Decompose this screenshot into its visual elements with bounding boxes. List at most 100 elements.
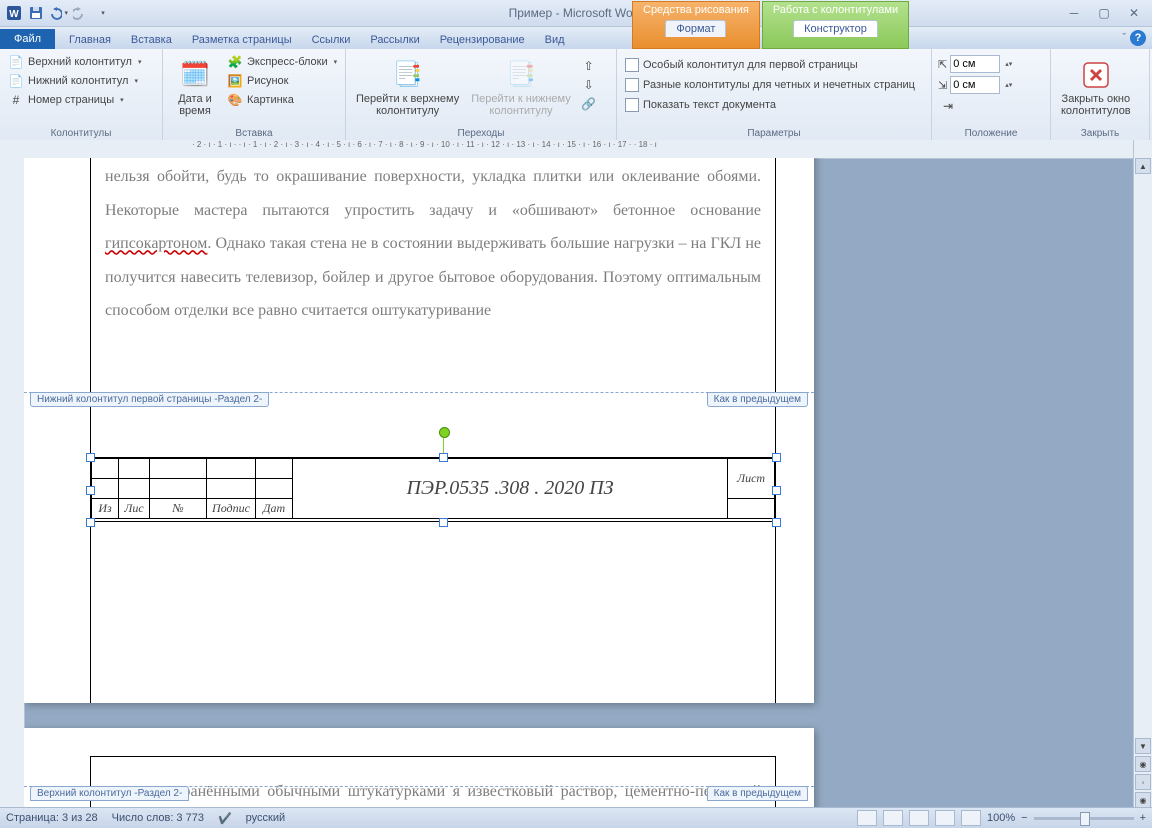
document-canvas[interactable]: нельзя обойти, будь то окрашивание повер… bbox=[24, 158, 1134, 808]
header-button[interactable]: 📄Верхний колонтитул▾ bbox=[6, 53, 143, 71]
undo-icon[interactable]: ▾ bbox=[48, 3, 68, 23]
ribbon: 📄Верхний колонтитул▾ 📄Нижний колонтитул▾… bbox=[0, 49, 1152, 142]
zoom-in-icon[interactable]: + bbox=[1140, 812, 1146, 824]
close-button[interactable]: ✕ bbox=[1122, 6, 1146, 20]
stamp-list-label: Лист bbox=[728, 459, 775, 499]
word-icon[interactable]: W bbox=[4, 3, 24, 23]
page-1: нельзя обойти, будь то окрашивание повер… bbox=[24, 158, 814, 703]
status-page[interactable]: Страница: 3 из 28 bbox=[6, 812, 98, 824]
scroll-down-icon[interactable]: ▼ bbox=[1135, 738, 1151, 754]
status-bar: Страница: 3 из 28 Число слов: 3 773 ✔️ р… bbox=[0, 807, 1152, 828]
same-as-previous-label: Как в предыдущем bbox=[707, 786, 808, 801]
status-language[interactable]: русский bbox=[246, 812, 285, 824]
tab-view[interactable]: Вид bbox=[535, 31, 575, 49]
tab-design[interactable]: Конструктор bbox=[793, 20, 878, 37]
sel-handle[interactable] bbox=[439, 453, 448, 462]
group-label: Переходы bbox=[352, 126, 610, 139]
tab-review[interactable]: Рецензирование bbox=[430, 31, 535, 49]
status-words[interactable]: Число слов: 3 773 bbox=[112, 812, 204, 824]
page-number-button[interactable]: #Номер страницы▾ bbox=[6, 91, 143, 109]
sel-handle[interactable] bbox=[86, 453, 95, 462]
status-proofing-icon[interactable]: ✔️ bbox=[218, 812, 232, 825]
sel-handle[interactable] bbox=[86, 518, 95, 527]
view-print-layout[interactable] bbox=[857, 810, 877, 826]
date-time-button[interactable]: 🗓️Дата и время bbox=[169, 53, 221, 123]
sel-handle[interactable] bbox=[772, 453, 781, 462]
group-close: Закрыть окно колонтитулов Закрыть bbox=[1051, 49, 1150, 141]
insert-alignment-tab[interactable]: ⇥ bbox=[938, 97, 1012, 115]
group-options: Особый колонтитул для первой страницы Ра… bbox=[617, 49, 932, 141]
document-area: · 2 · ı · 1 · ı · · ı · 1 · ı · 2 · ı · … bbox=[0, 140, 1152, 808]
view-web-layout[interactable] bbox=[909, 810, 929, 826]
scroll-up-icon[interactable]: ▲ bbox=[1135, 158, 1151, 174]
prev-page-icon[interactable]: ◉ bbox=[1135, 756, 1151, 772]
vertical-scrollbar[interactable]: ▲ ▼ ◉ ◦ ◉ bbox=[1133, 140, 1152, 808]
minimize-ribbon-icon[interactable]: ˇ bbox=[1122, 32, 1126, 44]
svg-text:W: W bbox=[9, 9, 19, 20]
group-label: Положение bbox=[938, 126, 1044, 139]
sel-handle[interactable] bbox=[772, 486, 781, 495]
redo-icon[interactable] bbox=[70, 3, 90, 23]
goto-footer-button[interactable]: 📑Перейти к нижнему колонтитулу bbox=[467, 53, 574, 123]
zoom-level[interactable]: 100% bbox=[987, 812, 1015, 824]
zoom-out-icon[interactable]: − bbox=[1021, 812, 1027, 824]
sel-handle[interactable] bbox=[439, 518, 448, 527]
same-as-previous-label: Как в предыдущем bbox=[707, 392, 808, 407]
group-label: Вставка bbox=[169, 126, 339, 139]
next-section-button[interactable]: ⇩ bbox=[579, 76, 599, 94]
footer-button[interactable]: 📄Нижний колонтитул▾ bbox=[6, 72, 143, 90]
chk-show-doc-text[interactable]: Показать текст документа bbox=[623, 97, 917, 113]
tab-file[interactable]: Файл bbox=[0, 29, 55, 49]
view-outline[interactable] bbox=[935, 810, 955, 826]
tab-format[interactable]: Формат bbox=[665, 20, 726, 37]
chk-first-page[interactable]: Особый колонтитул для первой страницы bbox=[623, 57, 917, 73]
stamp-frame[interactable]: ПЭР.0535 .308 . 2020 ПЗ Лист ИзЛис№Подпи… bbox=[90, 457, 776, 522]
stamp-code: ПЭР.0535 .308 . 2020 ПЗ bbox=[293, 459, 728, 519]
help-icon[interactable]: ? bbox=[1130, 30, 1146, 46]
ctx-drawing-tools: Средства рисования Формат bbox=[632, 1, 760, 49]
quick-parts-button[interactable]: 🧩Экспресс-блоки▾ bbox=[225, 53, 339, 71]
sel-handle[interactable] bbox=[772, 518, 781, 527]
qat-more-icon[interactable]: ▾ bbox=[92, 3, 112, 23]
close-hf-button[interactable]: Закрыть окно колонтитулов bbox=[1057, 53, 1135, 123]
picture-button[interactable]: 🖼️Рисунок bbox=[225, 72, 339, 90]
title-bar: W ▾ ▾ Пример - Microsoft Word ─ ▢ ✕ bbox=[0, 0, 1152, 27]
window-title: Пример - Microsoft Word bbox=[509, 6, 644, 20]
contextual-tabs: Средства рисования Формат Работа с колон… bbox=[632, 1, 909, 49]
rotate-handle[interactable] bbox=[439, 427, 450, 438]
previous-section-button[interactable]: ⇧ bbox=[579, 57, 599, 75]
horizontal-ruler[interactable]: · 2 · ı · 1 · ı · · ı · 1 · ı · 2 · ı · … bbox=[24, 140, 1134, 159]
group-navigation: 📑Перейти к верхнему колонтитулу 📑Перейти… bbox=[346, 49, 617, 141]
view-full-screen[interactable] bbox=[883, 810, 903, 826]
view-draft[interactable] bbox=[961, 810, 981, 826]
chk-odd-even[interactable]: Разные колонтитулы для четных и нечетных… bbox=[623, 77, 917, 93]
clipart-button[interactable]: 🎨Картинка bbox=[225, 91, 339, 109]
footer-from-bottom[interactable]: ⇲▴▾ bbox=[938, 76, 1012, 94]
page-2: и распространёнными обычными штукатуркам… bbox=[24, 728, 814, 808]
body-text: нельзя обойти, будь то окрашивание повер… bbox=[91, 158, 775, 328]
maximize-button[interactable]: ▢ bbox=[1092, 6, 1116, 20]
next-page-icon[interactable]: ◉ bbox=[1135, 792, 1151, 808]
tab-layout[interactable]: Разметка страницы bbox=[182, 31, 302, 49]
save-icon[interactable] bbox=[26, 3, 46, 23]
browse-object-icon[interactable]: ◦ bbox=[1135, 774, 1151, 790]
goto-header-button[interactable]: 📑Перейти к верхнему колонтитулу bbox=[352, 53, 463, 123]
quick-access-toolbar: W ▾ ▾ bbox=[0, 3, 112, 23]
header-from-top[interactable]: ⇱▴▾ bbox=[938, 55, 1012, 73]
ctx-header-footer-tools: Работа с колонтитулами Конструктор bbox=[762, 1, 909, 49]
window-controls: ─ ▢ ✕ bbox=[1062, 6, 1146, 20]
group-position: ⇱▴▾ ⇲▴▾ ⇥ Положение bbox=[932, 49, 1051, 141]
minimize-button[interactable]: ─ bbox=[1062, 6, 1086, 20]
group-headers-footers: 📄Верхний колонтитул▾ 📄Нижний колонтитул▾… bbox=[0, 49, 163, 141]
tab-home[interactable]: Главная bbox=[59, 31, 121, 49]
vertical-ruler[interactable] bbox=[0, 140, 25, 808]
group-label: Колонтитулы bbox=[6, 126, 156, 139]
zoom-slider[interactable] bbox=[1034, 817, 1134, 820]
group-insert: 🗓️Дата и время 🧩Экспресс-блоки▾ 🖼️Рисуно… bbox=[163, 49, 346, 141]
sel-handle[interactable] bbox=[86, 486, 95, 495]
tab-references[interactable]: Ссылки bbox=[302, 31, 361, 49]
tab-mailings[interactable]: Рассылки bbox=[360, 31, 429, 49]
link-previous-button[interactable]: 🔗 bbox=[579, 95, 599, 113]
tab-insert[interactable]: Вставка bbox=[121, 31, 182, 49]
ctx-hf-title: Работа с колонтитулами bbox=[773, 4, 898, 16]
